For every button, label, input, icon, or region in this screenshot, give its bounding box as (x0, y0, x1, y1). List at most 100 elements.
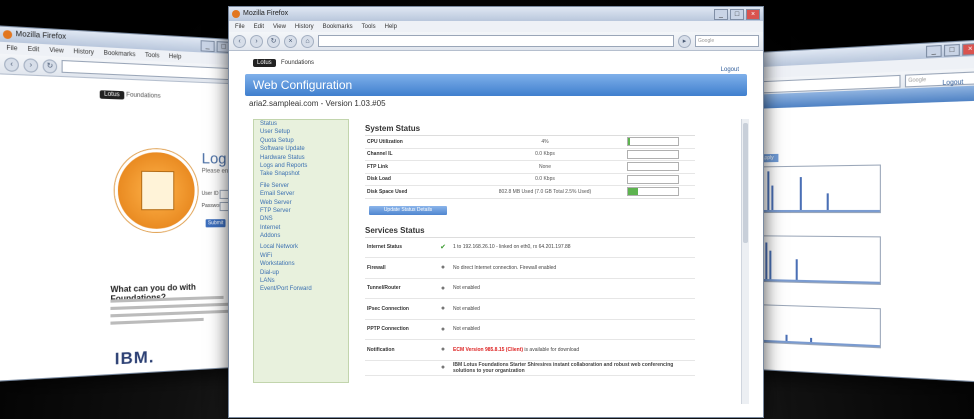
row-detail: Not enabled (453, 285, 480, 292)
usage-bar (627, 187, 679, 197)
lotus-badge: Lotus (253, 59, 276, 67)
close-icon[interactable]: × (962, 42, 974, 56)
row-label: Channel IL (367, 151, 393, 158)
sidebar-item-dial-up[interactable]: Dial-up (254, 269, 348, 277)
traffic-graph-3 (754, 304, 881, 349)
menu-file[interactable]: File (235, 24, 245, 30)
left-window-title: Mozilla Firefox (15, 30, 67, 42)
sidebar-item-software-update[interactable]: Software Update (254, 145, 348, 153)
sidebar-item-hardware-status[interactable]: Hardware Status (254, 154, 348, 162)
firefox-icon (2, 29, 13, 40)
back-icon[interactable]: ‹ (4, 56, 19, 72)
menu-file[interactable]: File (6, 45, 17, 52)
menu-bookmarks[interactable]: Bookmarks (323, 24, 353, 30)
submit-button[interactable]: Submit (205, 219, 226, 228)
scrollbar-thumb[interactable] (743, 123, 748, 243)
footer-promo-text: IBM Lotus Foundations Starter Shiresires… (453, 361, 674, 374)
sidebar-item-local-network[interactable]: Local Network (254, 243, 348, 251)
sidebar-item-dns[interactable]: DNS (254, 215, 348, 223)
main-titlebar: Mozilla Firefox _ □ × (229, 7, 763, 21)
graph-baseline (755, 278, 880, 284)
sidebar-item-ftp-server[interactable]: FTP Server (254, 207, 348, 215)
table-row: PPTP Connection ● Not enabled (365, 320, 695, 340)
table-row: Channel IL 0.0 Kbps (365, 149, 695, 161)
status-dot-icon: ● (440, 346, 446, 354)
login-browser-window: Mozilla Firefox _□× File Edit View Histo… (0, 25, 251, 382)
menu-help[interactable]: Help (169, 53, 182, 60)
row-value: 4% (541, 138, 549, 145)
sidebar-item-user-setup[interactable]: User Setup (254, 128, 348, 136)
system-status-title: System Status (365, 124, 421, 133)
stop-icon[interactable]: × (284, 34, 297, 48)
sidebar-item-quota-setup[interactable]: Quota Setup (254, 137, 348, 145)
content-scrollbar[interactable] (741, 119, 749, 404)
row-label: Disk Space Used (367, 188, 408, 195)
sidebar-item-port-forward[interactable]: Event/Port Forward (254, 285, 348, 293)
foundations-logo-graphic (114, 148, 198, 233)
sidebar-item-addons[interactable]: Addons (254, 232, 348, 240)
paragraph-line (110, 309, 229, 318)
menu-tools[interactable]: Tools (362, 24, 376, 30)
sidebar-item-take-snapshot[interactable]: Take Snapshot (254, 170, 348, 178)
home-icon[interactable]: ⌂ (301, 34, 314, 48)
user-id-label: User ID (201, 190, 219, 197)
status-dot-icon: ● (440, 364, 446, 371)
status-dot-icon: ● (440, 305, 446, 313)
menu-edit[interactable]: Edit (254, 24, 264, 30)
building-icon (141, 170, 175, 211)
maximize-icon[interactable]: □ (943, 43, 960, 57)
table-row: Tunnel/Router ● Not enabled (365, 279, 695, 299)
go-icon[interactable]: ▸ (678, 34, 691, 48)
minimize-icon[interactable]: _ (925, 44, 942, 58)
row-label: Disk Load (367, 176, 391, 183)
close-icon[interactable]: × (746, 9, 760, 20)
row-value: 0.0 Kbps (535, 176, 555, 183)
menu-history[interactable]: History (74, 48, 94, 55)
menu-history[interactable]: History (295, 24, 314, 30)
sidebar-item-wifi[interactable]: WiFi (254, 252, 348, 260)
row-label: CPU Utilization (367, 138, 403, 145)
table-row: CPU Utilization 4% (365, 136, 695, 149)
logout-link[interactable]: Logout (721, 67, 739, 73)
sidebar-item-internet[interactable]: Internet (254, 224, 348, 232)
graph-spike (771, 185, 774, 213)
traffic-graph-2 (754, 235, 881, 285)
menu-edit[interactable]: Edit (28, 46, 40, 53)
reload-icon[interactable]: ↻ (42, 58, 58, 74)
row-value: 0.0 Kbps (535, 151, 555, 158)
forward-icon[interactable]: › (250, 34, 263, 48)
minimize-icon[interactable]: _ (200, 40, 215, 53)
main-url-bar[interactable] (318, 35, 674, 47)
sidebar-item-workstations[interactable]: Workstations (254, 260, 348, 268)
sidebar-item-email-server[interactable]: Email Server (254, 190, 348, 198)
sidebar-item-logs-reports[interactable]: Logs and Reports (254, 162, 348, 170)
menu-bookmarks[interactable]: Bookmarks (104, 50, 136, 58)
back-icon[interactable]: ‹ (233, 34, 246, 48)
update-status-button[interactable]: Update Status Details (369, 205, 447, 215)
row-label: FTP Link (367, 163, 389, 170)
sidebar-item-lans[interactable]: LANs (254, 277, 348, 285)
maximize-icon[interactable]: □ (730, 9, 744, 20)
table-row: Disk Space Used 802.8 MB Used (7.0 GB To… (365, 186, 695, 199)
services-status-title: Services Status (365, 225, 425, 235)
status-dot-icon: ● (440, 325, 446, 333)
minimize-icon[interactable]: _ (714, 9, 728, 20)
menu-tools[interactable]: Tools (145, 52, 160, 59)
system-status-table: CPU Utilization 4% Channel IL 0.0 Kbps F… (365, 135, 695, 199)
status-dot-icon: ● (440, 284, 446, 292)
left-brand-name: Foundations (126, 92, 161, 100)
menu-help[interactable]: Help (385, 24, 397, 30)
reload-icon[interactable]: ↻ (267, 34, 280, 48)
menu-view[interactable]: View (49, 47, 63, 54)
menu-view[interactable]: View (273, 24, 286, 30)
main-search-bar[interactable]: Google (695, 35, 759, 47)
update-warning-link[interactable]: ECM Version 985.8.15 (Client) (453, 347, 523, 353)
sidebar-item-status[interactable]: Status (254, 120, 348, 128)
left-brand-badge: Lotus (99, 90, 124, 100)
table-row: Internet Status ✔ 1 to 192.168.26.10 - l… (365, 238, 695, 258)
right-search-bar[interactable]: Google (904, 71, 974, 88)
banner-title: Web Configuration (253, 78, 353, 92)
sidebar-item-web-server[interactable]: Web Server (254, 199, 348, 207)
forward-icon[interactable]: › (23, 57, 39, 73)
sidebar-item-file-server[interactable]: File Server (254, 182, 348, 190)
